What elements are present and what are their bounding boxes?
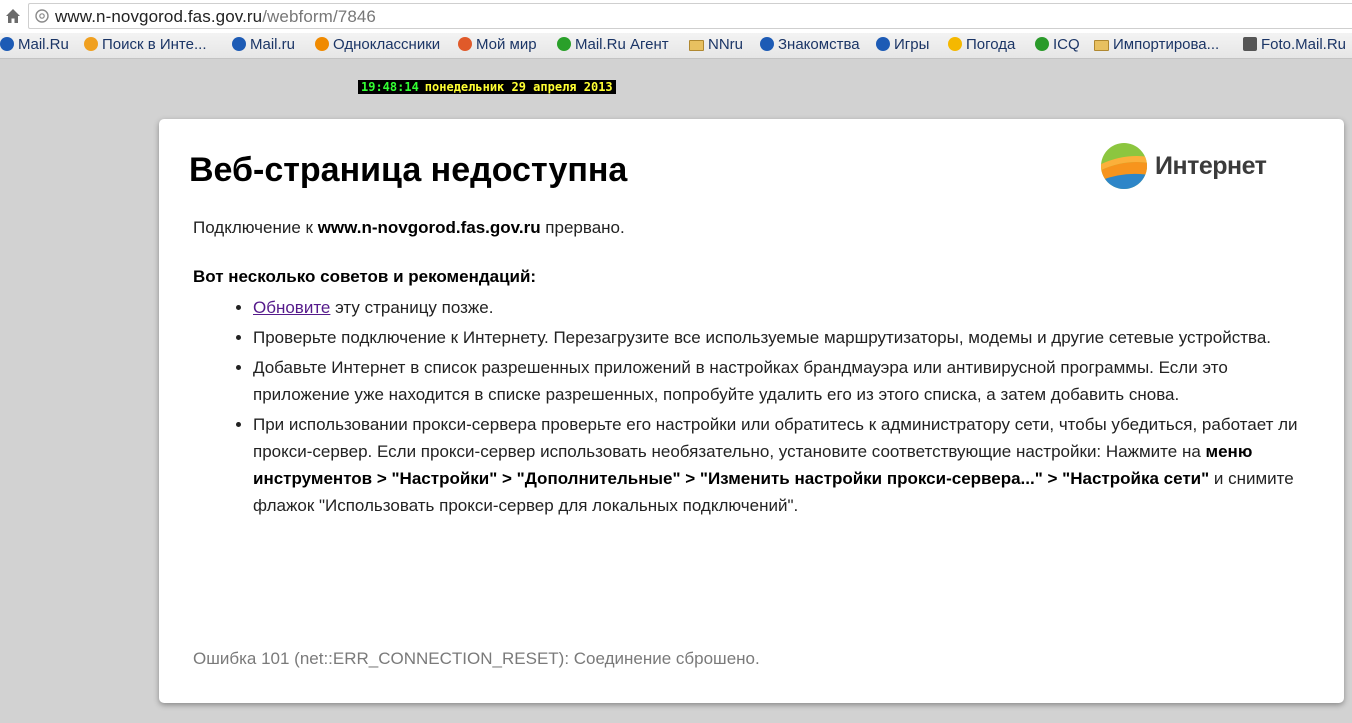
bookmark-item[interactable]: Игры (876, 36, 929, 54)
reload-link[interactable]: Обновите (253, 298, 330, 317)
bookmarks-bar: Mail.Ru Поиск в Инте... Mail.ru Одноклассни… (0, 33, 1352, 59)
clock-widget: 19:48:14 понедельник 29 апреля 2013 (358, 80, 616, 94)
bookmark-label: Mail.Ru Агент (575, 36, 669, 53)
mailru-at-icon (876, 37, 890, 51)
bookmark-label: Игры (894, 36, 930, 53)
error-code: Ошибка 101 (net::ERR_CONNECTION_RESET): … (193, 649, 760, 668)
tip-proxy: При использовании прокси-сервера проверь… (253, 411, 1323, 519)
internet-logo-text: Интернет (1155, 152, 1267, 180)
tips-heading: Вот несколько советов и рекомендаций: (193, 267, 537, 286)
bookmark-label: Поиск в Инте... (102, 36, 207, 53)
connection-message: Подключение к www.n-novgorod.fas.gov.ru … (193, 218, 625, 238)
tip-reload: Обновите эту страницу позже. (253, 294, 1323, 321)
mailru-at-icon (232, 37, 246, 51)
bookmark-item[interactable]: Погода (948, 36, 1015, 54)
bookmark-item[interactable]: Мой мир (458, 36, 537, 54)
clock-time: 19:48:14 (361, 80, 419, 94)
page-info-icon[interactable] (35, 9, 49, 23)
search-icon (84, 37, 98, 51)
folder-icon (1094, 40, 1109, 51)
message-host: www.n-novgorod.fas.gov.ru (317, 218, 541, 237)
message-suffix: прервано. (540, 218, 625, 237)
mailru-at-icon (0, 37, 14, 51)
bookmark-label: Знакомства (778, 36, 860, 53)
bookmark-label: Импортирова... (1113, 36, 1220, 53)
bookmark-label: Одноклассники (333, 36, 441, 53)
message-prefix: Подключение к (193, 218, 318, 237)
camera-icon (1243, 37, 1257, 51)
folder-icon (689, 40, 704, 51)
odnoklassniki-icon (315, 37, 329, 51)
url-input[interactable]: www.n-novgorod.fas.gov.ru/webform/7846 (28, 3, 1352, 29)
tip-proxy-text1: При использовании прокси-сервера проверь… (253, 415, 1298, 461)
people-icon (458, 37, 472, 51)
clock-date: понедельник 29 апреля 2013 (424, 80, 613, 94)
bookmark-item[interactable]: Импортирова... (1094, 36, 1219, 54)
tip-check-connection: Проверьте подключение к Интернету. Перез… (253, 324, 1323, 351)
bookmark-item[interactable]: Mail.Ru (0, 36, 69, 54)
bookmark-label: Мой мир (476, 36, 537, 53)
bookmark-item[interactable]: Знакомства (760, 36, 860, 54)
agent-icon (557, 37, 571, 51)
bookmark-label: Mail.ru (250, 36, 296, 53)
bookmark-item[interactable]: Foto.Mail.Ru (1243, 36, 1346, 54)
bookmark-label: Погода (966, 36, 1016, 53)
url-text: www.n-novgorod.fas.gov.ru/webform/7846 (55, 7, 376, 27)
internet-logo-icon (1101, 143, 1147, 189)
tip-firewall: Добавьте Интернет в список разрешенных п… (253, 354, 1323, 408)
url-path: /webform/7846 (262, 7, 376, 26)
internet-logo: Интернет (1099, 141, 1279, 193)
page-title: Веб-страница недоступна (189, 151, 628, 189)
error-card: Веб-страница недоступна Интернет Подключ… (159, 119, 1344, 703)
bookmark-item[interactable]: Поиск в Инте... (84, 36, 206, 54)
bookmark-item[interactable]: Одноклассники (315, 36, 440, 54)
bookmark-item[interactable]: ICQ (1035, 36, 1080, 54)
address-bar-row: www.n-novgorod.fas.gov.ru/webform/7846 (0, 0, 1352, 33)
tip-reload-text: эту страницу позже. (330, 298, 494, 317)
bookmark-item[interactable]: Mail.Ru Агент (557, 36, 669, 54)
tips-list: Обновите эту страницу позже. Проверьте п… (193, 294, 1323, 522)
bookmark-item[interactable]: NNru (689, 36, 743, 54)
url-host: www.n-novgorod.fas.gov.ru (55, 7, 263, 26)
bookmark-label: ICQ (1053, 36, 1080, 53)
bookmark-label: Foto.Mail.Ru (1261, 36, 1347, 53)
home-icon[interactable] (5, 8, 21, 24)
weather-icon (948, 37, 962, 51)
icq-flower-icon (1035, 37, 1049, 51)
bookmark-item[interactable]: Mail.ru (232, 36, 295, 54)
bookmark-label: Mail.Ru (18, 36, 69, 53)
bookmark-label: NNru (708, 36, 744, 53)
at-icon (760, 37, 774, 51)
